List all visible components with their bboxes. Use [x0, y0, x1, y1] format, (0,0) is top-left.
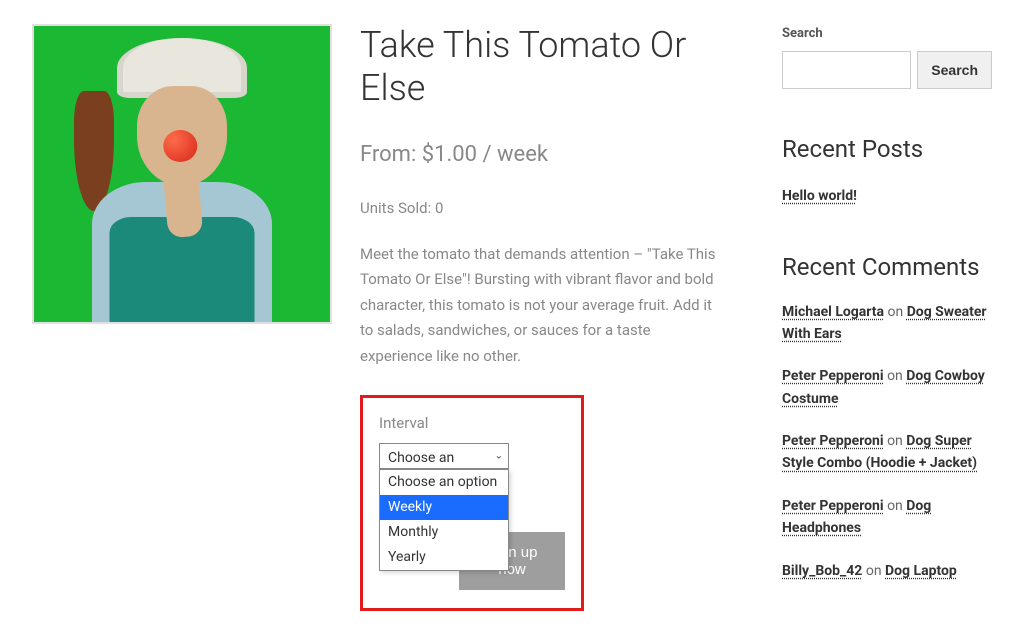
interval-option[interactable]: Yearly [380, 545, 508, 570]
product-title: Take This Tomato Or Else [360, 24, 722, 110]
search-input[interactable] [782, 51, 911, 89]
comment-item: Peter Pepperoni on Dog Headphones [782, 495, 992, 540]
product-description: Meet the tomato that demands attention –… [360, 242, 722, 370]
interval-option[interactable]: Weekly [380, 495, 508, 520]
comment-separator: on [887, 368, 903, 384]
comment-author-link[interactable]: Peter Pepperoni [782, 498, 884, 514]
comment-item: Billy_Bob_42 on Dog Laptop [782, 560, 992, 582]
search-label: Search [782, 24, 992, 44]
search-button[interactable]: Search [917, 51, 992, 89]
recent-post-link[interactable]: Hello world! [782, 188, 857, 204]
interval-highlight-box: Interval Choose an option ⌄ Choose an op… [360, 395, 584, 611]
comment-separator: on [866, 563, 882, 579]
comment-item: Peter Pepperoni on Dog Super Style Combo… [782, 430, 992, 475]
comment-separator: on [887, 304, 903, 320]
units-sold: Units Sold: 0 [360, 197, 722, 220]
comment-item: Peter Pepperoni on Dog Cowboy Costume [782, 365, 992, 410]
chevron-down-icon: ⌄ [495, 448, 503, 463]
comment-author-link[interactable]: Billy_Bob_42 [782, 563, 862, 579]
recent-comments-heading: Recent Comments [782, 249, 992, 285]
product-image[interactable] [32, 24, 332, 324]
product-price: From: $1.00 / week [360, 138, 722, 171]
comment-author-link[interactable]: Michael Logarta [782, 304, 884, 320]
interval-select[interactable]: Choose an option ⌄ [379, 443, 509, 469]
comment-item: Michael Logarta on Dog Sweater With Ears [782, 301, 992, 346]
comment-author-link[interactable]: Peter Pepperoni [782, 368, 884, 384]
comment-separator: on [887, 433, 903, 449]
comment-target-link[interactable]: Dog Laptop [885, 563, 957, 579]
interval-label: Interval [379, 412, 565, 435]
comment-author-link[interactable]: Peter Pepperoni [782, 433, 884, 449]
recent-posts-heading: Recent Posts [782, 131, 992, 167]
comment-separator: on [887, 498, 903, 514]
interval-dropdown: Choose an optionWeeklyMonthlyYearly [379, 469, 509, 571]
interval-option[interactable]: Monthly [380, 520, 508, 545]
interval-option[interactable]: Choose an option [380, 470, 508, 495]
